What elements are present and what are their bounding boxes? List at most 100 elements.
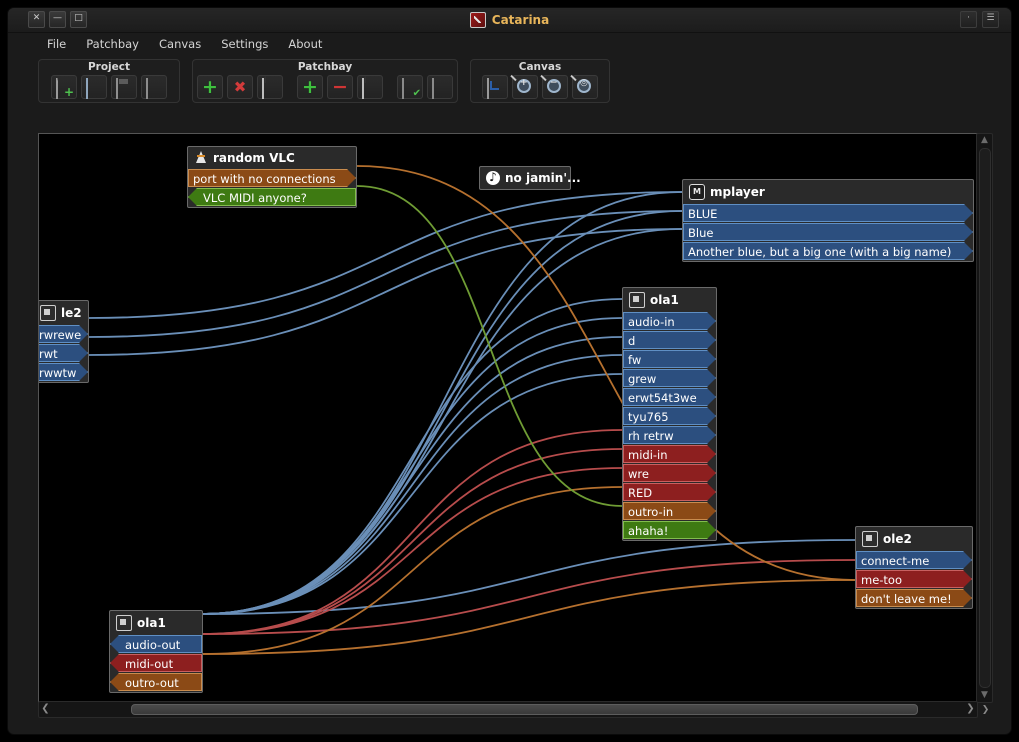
- port-audio-in[interactable]: audio-in: [623, 312, 716, 330]
- patchbay-box-no-jamin[interactable]: no jamin'...: [479, 166, 581, 190]
- vertical-scroll-thumb[interactable]: [979, 148, 991, 688]
- save-project-button[interactable]: [111, 75, 137, 99]
- patchbay-box-random-vlc[interactable]: random VLC port with no connections VLC MI…: [187, 146, 357, 208]
- port-outro-out[interactable]: outro-out: [110, 673, 202, 691]
- scroll-left-arrow[interactable]: ❮: [39, 702, 52, 715]
- green-plus-icon: +: [202, 76, 218, 98]
- port-row: grew: [623, 369, 716, 387]
- toolbar-group-project-title: Project: [87, 61, 131, 73]
- port-port-with-no-connections[interactable]: port with no connections: [188, 169, 356, 187]
- patchbay-box-ola1-center-title: ola1: [650, 293, 679, 307]
- new-project-button[interactable]: +: [51, 75, 77, 99]
- port-d[interactable]: d: [623, 331, 716, 349]
- port-row: rwt: [38, 344, 88, 362]
- scroll-right-arrow[interactable]: ❯: [964, 702, 977, 715]
- patchbay-box-ola1-center[interactable]: ola1 audio-in d fw grew erwt54t3we tyu765 rh re…: [622, 287, 717, 541]
- menu-about[interactable]: About: [279, 34, 331, 54]
- connection-line[interactable]: [202, 373, 623, 615]
- rename-group-button[interactable]: [257, 75, 283, 99]
- hamburger-menu-icon[interactable]: ☰: [982, 11, 999, 28]
- disconnect-ports-button[interactable]: [427, 75, 453, 99]
- port-blue-lower[interactable]: Blue: [683, 223, 973, 241]
- arrange-icon: [487, 78, 503, 99]
- window-controls-right: · ☰: [960, 11, 999, 28]
- add-group-button[interactable]: +: [197, 75, 223, 99]
- green-plus-icon: +: [302, 76, 318, 98]
- port-row: erwt54t3we: [623, 388, 716, 406]
- patchbay-box-ola1-bottom[interactable]: ola1 audio-out midi-out outro-out: [109, 610, 203, 693]
- connect-ports-button[interactable]: [397, 75, 423, 99]
- toolbar-group-canvas-title: Canvas: [518, 61, 562, 73]
- port-midi-out[interactable]: midi-out: [110, 654, 202, 672]
- port-connect-me[interactable]: connect-me: [856, 551, 972, 569]
- patchbay-box-ole2-left[interactable]: le2 rwrewe rwt rwwtw: [38, 300, 89, 383]
- red-cross-icon: ✖: [233, 78, 247, 96]
- port-row: BLUE: [683, 204, 973, 222]
- add-port-button[interactable]: +: [297, 75, 323, 99]
- port-dont-leave-me[interactable]: don't leave me!: [856, 589, 972, 607]
- connection-line[interactable]: [202, 210, 683, 615]
- zoom-in-button[interactable]: +: [512, 75, 538, 99]
- port-row: tyu765: [623, 407, 716, 425]
- port-rwt[interactable]: rwt: [38, 344, 88, 362]
- menu-canvas[interactable]: Canvas: [150, 34, 210, 54]
- patchbay-box-random-vlc-header: random VLC: [188, 147, 356, 169]
- zoom-out-button[interactable]: −: [542, 75, 568, 99]
- port-midi-in[interactable]: midi-in: [623, 445, 716, 463]
- connection-line[interactable]: [202, 354, 623, 615]
- connection-line[interactable]: [202, 559, 856, 635]
- port-row: d: [623, 331, 716, 349]
- scroll-down-arrow[interactable]: ▼: [977, 689, 992, 702]
- menu-file[interactable]: File: [38, 34, 75, 54]
- connection-line[interactable]: [202, 336, 623, 615]
- patchbay-box-ole2-left-title: le2: [61, 306, 82, 320]
- port-audio-out[interactable]: audio-out: [110, 635, 202, 653]
- port-vlc-midi-anyone[interactable]: VLC MIDI anyone?: [188, 188, 356, 206]
- port-wre[interactable]: wre: [623, 464, 716, 482]
- app-icon: [116, 615, 132, 631]
- port-row: VLC MIDI anyone?: [188, 188, 356, 206]
- port-grew[interactable]: grew: [623, 369, 716, 387]
- save-as-project-button[interactable]: [141, 75, 167, 99]
- scroll-up-arrow[interactable]: ▲: [977, 134, 992, 147]
- zoom-reset-button[interactable]: ◎: [572, 75, 598, 99]
- toolbar-group-patchbay-title: Patchbay: [297, 61, 353, 73]
- menu-patchbay[interactable]: Patchbay: [77, 34, 148, 54]
- horizontal-scrollbar[interactable]: ❮ ❯: [38, 701, 978, 718]
- remove-group-button[interactable]: ✖: [227, 75, 253, 99]
- remove-port-button[interactable]: −: [327, 75, 353, 99]
- toolbar: Project + Patchbay + ✖ I + − I ✔ Canvas …: [8, 55, 1011, 107]
- port-rwwtw[interactable]: rwwtw: [38, 363, 88, 381]
- horizontal-scroll-thumb[interactable]: [131, 704, 918, 715]
- rename-group-icon: [262, 78, 278, 99]
- open-folder-icon: [86, 78, 102, 99]
- port-erwt54t3we[interactable]: erwt54t3we: [623, 388, 716, 406]
- patchbay-box-mplayer[interactable]: mplayer BLUEBlueAnother blue, but a big o…: [682, 179, 974, 262]
- port-tyu765[interactable]: tyu765: [623, 407, 716, 425]
- connection-line[interactable]: [202, 539, 856, 615]
- vertical-scrollbar[interactable]: ▲ ▼: [976, 133, 993, 703]
- port-rwrewe[interactable]: rwrewe: [38, 325, 88, 343]
- app-icon: [40, 305, 56, 321]
- port-rh-retrw[interactable]: rh retrw: [623, 426, 716, 444]
- patchbay-box-ole2-right[interactable]: ole2 connect-me me-too don't leave me!: [855, 526, 973, 609]
- connection-line[interactable]: [202, 228, 683, 615]
- mplayer-icon: [689, 184, 705, 200]
- zoom-reset-icon: ◎: [577, 78, 593, 95]
- menu-settings[interactable]: Settings: [212, 34, 277, 54]
- rename-port-button[interactable]: [357, 75, 383, 99]
- open-project-button[interactable]: [81, 75, 107, 99]
- port-another-blue[interactable]: Another blue, but a big one (with a big …: [683, 242, 973, 260]
- connection-line[interactable]: [202, 191, 683, 615]
- port-fw[interactable]: fw: [623, 350, 716, 368]
- port-ahaha[interactable]: ahaha!: [623, 521, 716, 539]
- port-outro-in[interactable]: outro-in: [623, 502, 716, 520]
- connect-check-icon: [402, 78, 418, 99]
- port-red[interactable]: RED: [623, 483, 716, 501]
- port-row: midi-out: [110, 654, 202, 672]
- resize-grip-button[interactable]: ·: [960, 11, 977, 28]
- port-blue-upper[interactable]: BLUE: [683, 204, 973, 222]
- patchbay-canvas[interactable]: random VLC port with no connections VLC MI…: [38, 133, 978, 703]
- arrange-canvas-button[interactable]: [482, 75, 508, 99]
- port-me-too[interactable]: me-too: [856, 570, 972, 588]
